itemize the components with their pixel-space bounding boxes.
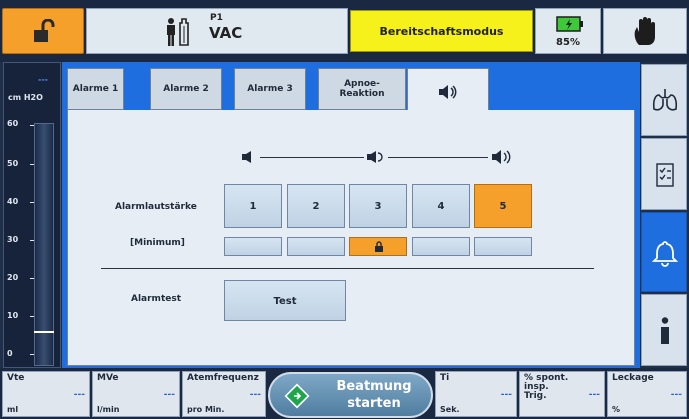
measurement-unit: ml bbox=[7, 405, 19, 414]
measurement-name: Atemfrequenz bbox=[187, 373, 259, 383]
unlock-icon bbox=[34, 19, 55, 42]
tab-alarme-1[interactable]: Alarme 1 bbox=[67, 68, 124, 110]
pressure-tick: 20 bbox=[7, 273, 19, 282]
measurement-leckage: Leckage --- % bbox=[607, 371, 687, 417]
pressure-tick: 10 bbox=[7, 311, 19, 320]
tab-volume[interactable] bbox=[407, 68, 489, 114]
hand-icon bbox=[634, 17, 655, 45]
measurement-value: --- bbox=[73, 390, 85, 400]
measurement-value: --- bbox=[500, 390, 512, 400]
alarm-volume-label: Alarmlautstärke bbox=[115, 202, 197, 212]
measurement-unit: Sek. bbox=[440, 405, 460, 414]
pressure-scale: --- cm H2O 60 50 40 30 20 10 0 bbox=[3, 62, 61, 368]
minimum-level-3[interactable] bbox=[349, 237, 407, 256]
pressure-tick: 30 bbox=[7, 235, 19, 244]
minimum-level-5[interactable] bbox=[474, 237, 532, 256]
pressure-tick: 40 bbox=[7, 197, 19, 206]
pressure-bar bbox=[34, 123, 54, 366]
pressure-unit: cm H2O bbox=[8, 93, 43, 102]
measurement-value: --- bbox=[249, 390, 261, 400]
pressure-value: --- bbox=[38, 75, 48, 84]
tab-alarme-3[interactable]: Alarme 3 bbox=[234, 68, 306, 110]
lock-icon bbox=[375, 241, 383, 252]
measurement-name: % spont. insp. Trig. bbox=[524, 373, 569, 401]
bell-icon bbox=[651, 241, 679, 267]
side-checklist-button[interactable] bbox=[641, 138, 687, 210]
minimum-level-4[interactable] bbox=[412, 237, 470, 256]
minimum-label: [Minimum] bbox=[130, 238, 185, 248]
standby-status: Bereitschaftsmodus bbox=[350, 10, 533, 52]
top-bar: P1 VAC Bereitschaftsmodus 85% bbox=[0, 0, 689, 62]
checklist-icon bbox=[656, 163, 674, 187]
measurement-value: --- bbox=[163, 390, 175, 400]
side-alarm-button[interactable] bbox=[641, 212, 687, 292]
measurement-ti: Ti --- Sek. bbox=[435, 371, 517, 417]
unlock-button[interactable] bbox=[2, 8, 84, 54]
start-ventilation-button[interactable]: Beatmung starten bbox=[268, 372, 433, 418]
measurement-unit: pro Min. bbox=[187, 405, 225, 414]
measurement-name: MVe bbox=[97, 373, 119, 383]
alarm-test-button[interactable]: Test bbox=[224, 280, 346, 321]
measurement-value: --- bbox=[588, 390, 600, 400]
minimum-level-1[interactable] bbox=[224, 237, 282, 256]
measurement-name: Vte bbox=[7, 373, 25, 383]
start-icon bbox=[284, 383, 310, 409]
divider bbox=[101, 268, 594, 269]
speaker-mid-icon bbox=[367, 151, 383, 163]
measurement-name: Ti bbox=[440, 373, 450, 383]
scale-line bbox=[260, 157, 364, 158]
battery-panel: 85% bbox=[535, 8, 601, 54]
scale-line bbox=[388, 157, 488, 158]
volume-level-3-button[interactable]: 3 bbox=[349, 184, 407, 228]
tab-alarme-2[interactable]: Alarme 2 bbox=[150, 68, 222, 110]
pressure-tick: 0 bbox=[7, 349, 13, 358]
patient-label: P1 bbox=[210, 13, 223, 23]
volume-level-1-button[interactable]: 1 bbox=[224, 184, 282, 228]
measurement-value: --- bbox=[670, 390, 682, 400]
measurement-unit: l/min bbox=[97, 405, 120, 414]
pressure-level-marker bbox=[34, 331, 54, 333]
minimum-level-2[interactable] bbox=[287, 237, 345, 256]
side-info-button[interactable] bbox=[641, 294, 687, 366]
speaker-high-icon bbox=[492, 150, 511, 164]
volume-level-2-button[interactable]: 2 bbox=[287, 184, 345, 228]
start-ventilation-label: Beatmung starten bbox=[336, 379, 412, 411]
volume-level-4-button[interactable]: 4 bbox=[412, 184, 470, 228]
measurement-mve: MVe --- l/min bbox=[92, 371, 180, 417]
alarm-silence-button[interactable] bbox=[603, 8, 687, 54]
patient-icon bbox=[167, 18, 189, 46]
speaker-low-icon bbox=[242, 151, 251, 163]
alarm-test-label: Alarmtest bbox=[131, 294, 182, 304]
standby-label: Bereitschaftsmodus bbox=[379, 25, 504, 38]
battery-percent: 85% bbox=[556, 37, 580, 48]
speaker-icon bbox=[439, 84, 457, 99]
lungs-icon bbox=[652, 89, 678, 111]
patient-mode-panel[interactable]: P1 VAC bbox=[86, 8, 348, 54]
battery-icon bbox=[556, 16, 583, 32]
measurement-atemfrequenz: Atemfrequenz --- pro Min. bbox=[182, 371, 266, 417]
alarm-volume-content: Alarmlautstärke 1 2 3 4 5 [Minimum] Alar… bbox=[67, 110, 635, 366]
measurement-spont-insp-trig: % spont. insp. Trig. --- bbox=[519, 371, 605, 417]
tab-apnoe-reaktion[interactable]: Apnoe- Reaktion bbox=[318, 68, 406, 110]
side-lungs-button[interactable] bbox=[641, 64, 687, 136]
ventilation-mode: VAC bbox=[209, 24, 243, 42]
ventilator-screen: P1 VAC Bereitschaftsmodus 85% --- cm H2O… bbox=[0, 0, 689, 419]
pressure-tick: 60 bbox=[7, 119, 19, 128]
pressure-tick: 50 bbox=[7, 159, 19, 168]
volume-level-5-button[interactable]: 5 bbox=[474, 184, 532, 228]
measurement-unit: % bbox=[612, 405, 621, 414]
measurement-name: Leckage bbox=[612, 373, 654, 383]
info-icon bbox=[661, 317, 669, 344]
measurement-vte: Vte --- ml bbox=[2, 371, 90, 417]
